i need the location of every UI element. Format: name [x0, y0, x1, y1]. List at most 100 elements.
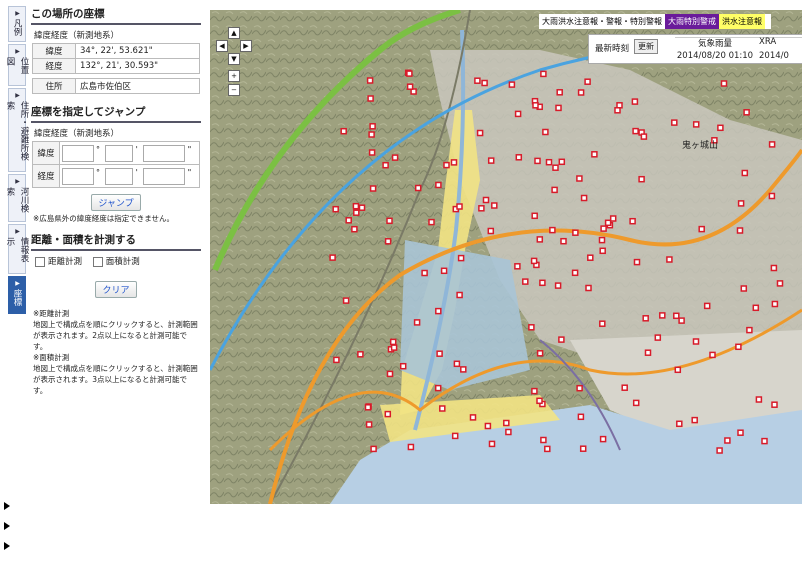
tab-1[interactable]: ▶ 位置図: [5, 44, 29, 86]
tab-4[interactable]: ▶ 情報表示: [5, 224, 29, 274]
shelter-marker: [741, 169, 749, 177]
shelter-marker: [357, 351, 364, 358]
shelter-marker: [544, 445, 551, 453]
tab-arrow-icon: ▶: [14, 178, 21, 185]
tab-arrow-icon: ▶: [14, 228, 21, 235]
shelter-marker: [599, 320, 606, 327]
shelter-marker: [770, 264, 778, 272]
shelter-marker: [666, 256, 673, 263]
shelter-marker: [353, 209, 360, 216]
shelter-marker: [389, 338, 397, 346]
distance-note-title: ※距離計測: [33, 309, 70, 318]
shelter-marker: [440, 267, 448, 275]
map-canvas[interactable]: 鬼ヶ城山: [210, 10, 802, 504]
distance-checkbox[interactable]: [35, 256, 45, 267]
shelter-marker: [709, 351, 716, 359]
shelter-marker: [539, 279, 546, 287]
shelter-marker: [736, 227, 744, 234]
zoom-in-button[interactable]: +: [228, 70, 240, 82]
clear-button[interactable]: クリア: [95, 281, 137, 298]
shelter-marker: [487, 157, 495, 164]
tab-3[interactable]: ▶ 河川検索: [5, 174, 29, 222]
tab-0[interactable]: ▶ 凡例: [8, 6, 26, 42]
shelter-marker: [540, 436, 547, 444]
area-checkbox[interactable]: [92, 256, 103, 267]
shelter-marker: [673, 312, 680, 320]
jump-lat-label: 緯度: [32, 141, 60, 165]
lon-value: 132°, 21', 30.593": [75, 58, 200, 74]
legend-item-2[interactable]: 洪水注意報: [719, 14, 765, 29]
lon-sec-input[interactable]: [143, 167, 186, 185]
shelter-marker: [370, 445, 377, 453]
lat-deg-input[interactable]: [62, 144, 94, 162]
lat-value: 34°, 22', 53.621": [75, 43, 200, 59]
shelter-marker: [439, 405, 446, 412]
shelter-marker: [580, 194, 588, 202]
shelter-marker: [558, 336, 565, 343]
map-view[interactable]: 鬼ヶ城山 ▲ ◀ ▶ ▼ + − 大雨洪水注意報・警報・特別警報 大雨特別警戒 洪水…: [210, 10, 802, 504]
triangle-right-icon: [4, 502, 10, 510]
shelter-marker: [478, 205, 485, 212]
shelter-marker: [436, 350, 443, 357]
tab-arrow-icon: ▶: [14, 280, 21, 287]
legend-item-1[interactable]: 大雨特別警戒: [665, 14, 719, 29]
jump-note: ※広島県外の緯度経度は指定できません。: [33, 214, 175, 223]
tab-2[interactable]: ▶ 住所・避難所検索: [5, 88, 29, 172]
shelter-marker: [435, 181, 442, 189]
shelter-marker: [698, 225, 705, 233]
shelter-marker: [540, 70, 547, 78]
shelter-marker: [481, 79, 488, 87]
update-button[interactable]: 更新: [634, 39, 658, 54]
shelter-marker: [545, 158, 553, 166]
legend-item-0[interactable]: 大雨洪水注意報・警報・特別警報: [539, 14, 665, 29]
shelter-marker: [532, 102, 539, 109]
sec-unit: ": [187, 167, 192, 177]
shelter-marker: [599, 435, 607, 443]
lon-deg-input[interactable]: [62, 167, 94, 185]
jump-button[interactable]: ジャンプ: [91, 194, 141, 211]
lat-min-input[interactable]: [104, 144, 133, 162]
shelter-marker: [476, 129, 484, 137]
tab-5[interactable]: ▶ 座標: [8, 276, 26, 314]
distance-note: 地図上で構成点を順にクリックすると、計測範囲が表示されます。2点以上になると計測…: [33, 320, 198, 351]
zoom-out-button[interactable]: −: [228, 84, 240, 96]
shelter-marker: [576, 384, 583, 392]
shelter-marker: [768, 192, 776, 200]
shelter-marker: [591, 151, 598, 158]
pan-down-button[interactable]: ▼: [228, 53, 240, 65]
tab-label: 凡例: [12, 19, 22, 36]
min-unit: ': [135, 144, 138, 154]
pan-up-button[interactable]: ▲: [228, 27, 240, 39]
shelter-marker: [771, 300, 779, 308]
legend-item-3[interactable]: [765, 14, 771, 29]
shelter-marker: [505, 428, 512, 436]
lat-label: 緯度: [32, 43, 76, 59]
shelter-marker: [352, 202, 360, 210]
shelter-marker: [659, 312, 666, 319]
shelter-marker: [484, 422, 492, 430]
shelter-marker: [631, 98, 639, 105]
pan-right-button[interactable]: ▶: [240, 40, 252, 52]
shelter-marker: [366, 77, 374, 84]
shelter-marker: [514, 263, 521, 270]
address-value: 広島市佐伯区: [75, 78, 200, 94]
shelter-marker: [752, 304, 760, 312]
pan-left-button[interactable]: ◀: [216, 40, 228, 52]
lat-sec-input[interactable]: [143, 144, 186, 162]
shelter-marker: [716, 447, 723, 454]
shelter-marker: [674, 366, 682, 374]
tab-label: 河川検索: [5, 187, 29, 213]
shelter-marker: [558, 158, 566, 166]
warning-legend-bar[interactable]: 大雨洪水注意報・警報・特別警報 大雨特別警戒 洪水注意報: [539, 14, 771, 29]
shelter-marker: [487, 227, 495, 235]
shelter-marker: [703, 302, 711, 310]
address-table: 住所 広島市佐伯区: [32, 78, 200, 94]
shelter-marker: [386, 217, 393, 225]
shelter-marker: [421, 269, 428, 277]
shelter-marker: [598, 236, 606, 244]
shelter-marker: [584, 78, 591, 85]
shelter-marker: [368, 149, 376, 156]
shelter-marker: [451, 432, 459, 440]
shelter-marker: [342, 297, 350, 304]
lon-min-input[interactable]: [104, 167, 133, 185]
